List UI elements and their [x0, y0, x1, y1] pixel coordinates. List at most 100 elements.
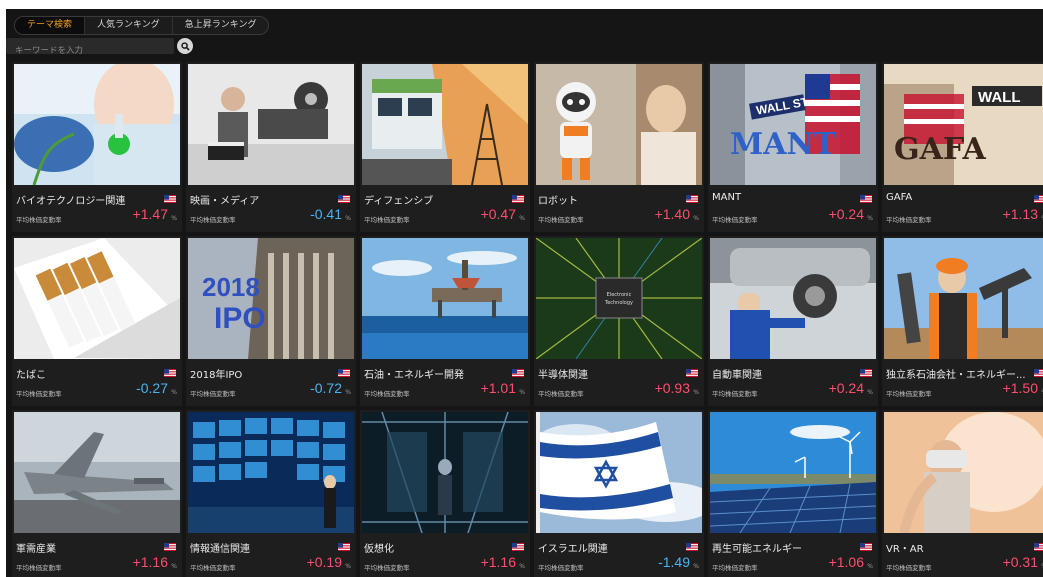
theme-title: ロボット [538, 196, 578, 207]
metric-label: 平均株価変動率 [886, 216, 932, 224]
theme-image [14, 64, 180, 185]
theme-image [710, 238, 876, 359]
theme-card[interactable]: 石油・エネルギー開発 平均株価変動率 +1.01 % [360, 236, 530, 406]
theme-card[interactable]: 仮想化 平均株価変動率 +1.16 % [360, 410, 530, 577]
theme-card[interactable]: イスラエル関連 平均株価変動率 -1.49 % [534, 410, 704, 577]
theme-card[interactable]: ディフェンシブ 平均株価変動率 +0.47 % [360, 62, 530, 232]
us-flag-icon [1034, 369, 1043, 377]
metric-label: 平均株価変動率 [190, 564, 236, 572]
metric-label: 平均株価変動率 [16, 390, 62, 398]
metric-label: 平均株価変動率 [190, 216, 236, 224]
theme-image [884, 238, 1043, 359]
metric-label: 平均株価変動率 [712, 564, 758, 572]
percent-unit: % [693, 215, 699, 222]
theme-card[interactable]: 軍需産業 平均株価変動率 +1.16 % [12, 410, 182, 577]
theme-title: 映画・メディア [190, 196, 260, 207]
us-flag-icon [164, 543, 176, 551]
us-flag-icon [164, 369, 176, 377]
theme-title: 半導体関連 [538, 370, 588, 381]
us-flag-icon [860, 195, 872, 203]
theme-image: Electronic Technology [536, 238, 702, 359]
search-input[interactable] [6, 43, 174, 59]
percent-unit: % [519, 215, 525, 222]
theme-image [362, 238, 528, 359]
change-value: +1.06 [828, 554, 864, 570]
theme-card[interactable]: ロボット 平均株価変動率 +1.40 % [534, 62, 704, 232]
metric-label: 平均株価変動率 [712, 216, 758, 224]
theme-card[interactable]: Electronic Technology 半導体関連 平均株価変動率 +0.93… [534, 236, 704, 406]
theme-card[interactable]: 独立系石油会社・エネルギー... 平均株価変動率 +1.50 % [882, 236, 1043, 406]
us-flag-icon [860, 369, 872, 377]
tab-theme-search[interactable]: テーマ検索 [15, 17, 86, 34]
theme-title: 軍需産業 [16, 544, 56, 555]
metric-label: 平均株価変動率 [538, 216, 584, 224]
tab-rising-ranking[interactable]: 急上昇ランキング [173, 17, 269, 34]
percent-unit: % [171, 563, 177, 570]
theme-card[interactable]: WALL ST MANT MANT 平均株価変動率 +0.24 % [708, 62, 878, 232]
tab-bar: テーマ検索 人気ランキング 急上昇ランキング [14, 16, 270, 35]
theme-image: 2018 IPO [188, 238, 354, 359]
svg-text:2018: 2018 [202, 272, 260, 302]
theme-image: WALL ST MANT [710, 64, 876, 185]
tab-popular-ranking[interactable]: 人気ランキング [85, 17, 173, 34]
metric-label: 平均株価変動率 [16, 216, 62, 224]
theme-title: MANT [712, 192, 742, 203]
theme-title: バイオテクノロジー関連 [16, 196, 126, 207]
us-flag-icon [686, 369, 698, 377]
theme-title: たばこ [16, 370, 46, 381]
change-value: +0.19 [306, 554, 342, 570]
change-value: +1.13 [1002, 206, 1038, 222]
theme-title: イスラエル関連 [538, 544, 608, 555]
theme-card[interactable]: 情報通信関連 平均株価変動率 +0.19 % [186, 410, 356, 577]
percent-unit: % [519, 389, 525, 396]
percent-unit: % [867, 563, 873, 570]
theme-image [188, 412, 354, 533]
theme-image [362, 412, 528, 533]
theme-card[interactable]: 再生可能エネルギー 平均株価変動率 +1.06 % [708, 410, 878, 577]
us-flag-icon [860, 543, 872, 551]
theme-image [536, 64, 702, 185]
theme-card[interactable]: 映画・メディア 平均株価変動率 -0.41 % [186, 62, 356, 232]
svg-text:IPO: IPO [214, 302, 266, 335]
theme-title: 情報通信関連 [190, 544, 250, 555]
theme-card[interactable]: 2018 IPO 2018年IPO 平均株価変動率 -0.72 % [186, 236, 356, 406]
theme-title: 自動車関連 [712, 370, 762, 381]
search-button[interactable] [177, 38, 193, 54]
theme-image [884, 412, 1043, 533]
search-box [6, 38, 174, 59]
change-value: -0.27 [136, 380, 168, 396]
theme-title: 2018年IPO [190, 370, 243, 381]
change-value: +1.47 [132, 206, 168, 222]
change-value: +0.93 [654, 380, 690, 396]
metric-label: 平均株価変動率 [886, 564, 932, 572]
svg-text:Technology: Technology [604, 300, 633, 306]
change-value: +1.40 [654, 206, 690, 222]
svg-text:GAFA: GAFA [894, 132, 986, 167]
theme-card[interactable]: たばこ 平均株価変動率 -0.27 % [12, 236, 182, 406]
theme-image [14, 412, 180, 533]
percent-unit: % [171, 389, 177, 396]
theme-title: VR・AR [886, 544, 924, 555]
metric-label: 平均株価変動率 [16, 564, 62, 572]
us-flag-icon [512, 543, 524, 551]
us-flag-icon [1034, 543, 1043, 551]
theme-card[interactable]: 自動車関連 平均株価変動率 +0.24 % [708, 236, 878, 406]
us-flag-icon [338, 543, 350, 551]
theme-card[interactable]: WALLGAFA GAFA 平均株価変動率 +1.13 % [882, 62, 1043, 232]
metric-label: 平均株価変動率 [364, 390, 410, 398]
theme-image [14, 238, 180, 359]
us-flag-icon [164, 195, 176, 203]
theme-card[interactable]: VR・AR 平均株価変動率 +0.31 % [882, 410, 1043, 577]
change-value: +1.01 [480, 380, 516, 396]
metric-label: 平均株価変動率 [886, 390, 932, 398]
us-flag-icon [512, 195, 524, 203]
metric-label: 平均株価変動率 [364, 216, 410, 224]
change-value: +1.50 [1002, 380, 1038, 396]
metric-label: 平均株価変動率 [538, 390, 584, 398]
percent-unit: % [693, 389, 699, 396]
change-value: +0.24 [828, 206, 864, 222]
us-flag-icon [1034, 195, 1043, 203]
change-value: +0.31 [1002, 554, 1038, 570]
theme-image [362, 64, 528, 185]
theme-card[interactable]: バイオテクノロジー関連 平均株価変動率 +1.47 % [12, 62, 182, 232]
